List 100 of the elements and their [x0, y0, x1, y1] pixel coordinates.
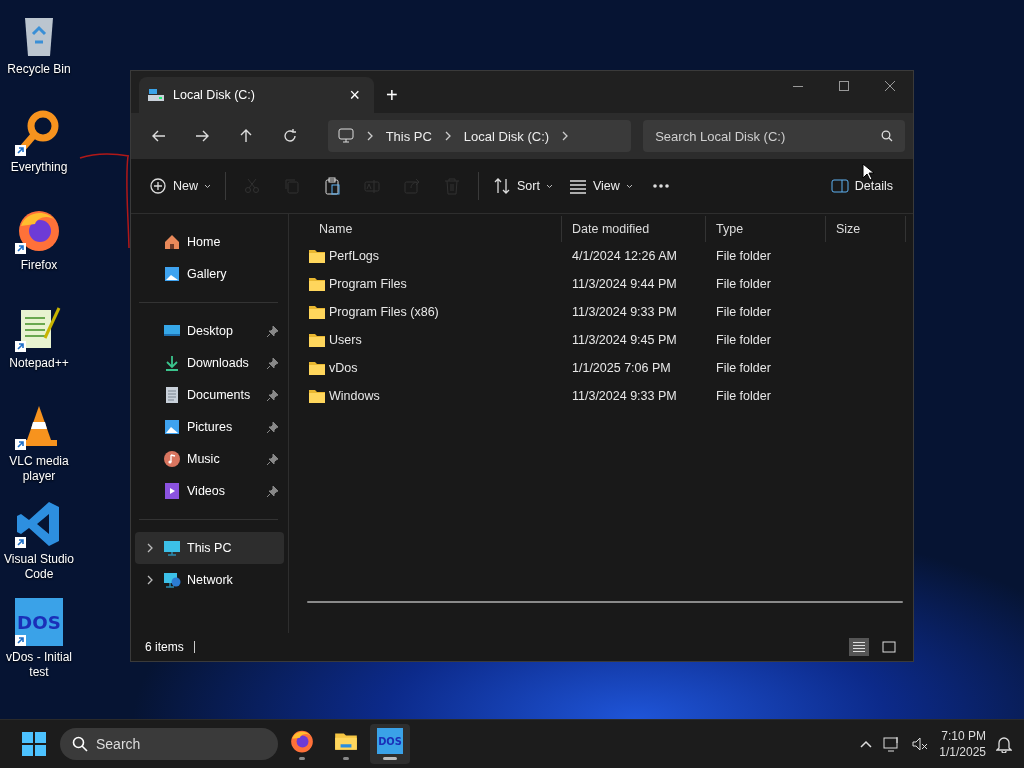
desktop-shortcut[interactable]: VLC media player	[0, 398, 78, 496]
type-cell-text: File folder	[715, 305, 772, 319]
desktop-shortcut[interactable]: Recycle Bin	[0, 6, 78, 104]
speaker-muted-icon[interactable]	[911, 736, 930, 752]
shortcut-label: VLC media player	[8, 454, 70, 484]
network-icon	[163, 571, 181, 589]
desktop-shortcut[interactable]: Notepad++	[0, 300, 78, 398]
folder-icon	[309, 389, 325, 403]
desktop-shortcut[interactable]: Firefox	[0, 202, 78, 300]
dos-icon: DOS	[15, 598, 63, 646]
tab-title: Local Disk (C:)	[173, 88, 256, 102]
details-button[interactable]: Details	[822, 169, 901, 203]
shortcut-label: Recycle Bin	[6, 62, 72, 77]
shortcut-label: vDos - Initial test	[5, 650, 73, 680]
type-cell-text: File folder	[715, 249, 772, 263]
sidebar-item[interactable]: Pictures	[135, 411, 284, 443]
folder-icon	[309, 277, 325, 291]
chevron-right-icon	[561, 131, 570, 141]
gallery-icon	[163, 265, 181, 283]
column-header[interactable]: Date modified	[562, 216, 706, 242]
clock[interactable]: 7:10 PM 1/1/2025	[939, 728, 986, 760]
search-icon	[880, 130, 893, 142]
folder-icon	[309, 249, 325, 263]
sidebar-item[interactable]: Desktop	[135, 315, 284, 347]
tiles-view-button[interactable]	[879, 638, 899, 656]
maximize-icon	[839, 81, 849, 91]
list-icon	[852, 641, 866, 653]
date-cell-text: 11/3/2024 9:33 PM	[571, 389, 678, 403]
column-header[interactable]: Type	[706, 216, 826, 242]
sidebar-item[interactable]: Network	[135, 564, 284, 596]
music-note-icon	[163, 450, 181, 468]
chevron-right-icon[interactable]	[146, 575, 154, 585]
type-cell-text: File folder	[715, 277, 772, 291]
sidebar-item[interactable]: Downloads	[135, 347, 284, 379]
sidebar-item[interactable]: Videos	[135, 475, 284, 507]
column-header[interactable]: Name	[309, 216, 562, 242]
type-cell-text: File folder	[715, 361, 772, 375]
type-cell-text: File folder	[715, 389, 772, 403]
address-bar[interactable]: This PC Local Disk (C:)	[327, 120, 632, 152]
file-name[interactable]: Program Files	[329, 277, 407, 291]
sidebar-item[interactable]: Music	[135, 443, 284, 475]
item-count: 6 items	[145, 640, 184, 654]
sidebar-item[interactable]: This PC	[135, 532, 284, 564]
minimize-icon	[793, 85, 803, 87]
arrow-right-icon	[194, 128, 211, 144]
date-cell-text: 1/1/2025 7:06 PM	[571, 361, 672, 375]
file-name[interactable]: Users	[329, 333, 362, 347]
shortcut-label: Visual Studio Code	[3, 552, 75, 582]
search-icon	[72, 736, 88, 752]
sort-button[interactable]: Sort	[485, 169, 561, 203]
desktop-shortcut[interactable]: Visual Studio Code	[0, 496, 78, 594]
house-icon	[163, 233, 181, 251]
details-view-button[interactable]	[849, 638, 869, 656]
shortcut-label: Firefox	[19, 258, 59, 273]
taskbar-app-button[interactable]: DOS	[370, 724, 410, 764]
desktop-shortcut[interactable]: Everything	[0, 104, 78, 202]
document-icon	[163, 386, 181, 404]
window-tab[interactable]: Local Disk (C:) ×	[139, 77, 374, 113]
new-tab-button[interactable]: +	[380, 84, 404, 107]
shortcut-label: Notepad++	[8, 356, 70, 371]
tab-close-button[interactable]: ×	[343, 84, 366, 106]
details-pane-icon	[830, 179, 849, 193]
desktop-shortcut[interactable]: DOS vDos - Initial test	[0, 594, 78, 692]
sidebar-item[interactable]: Home	[135, 226, 284, 258]
chevron-up-icon[interactable]	[859, 739, 874, 749]
mouse-pointer-icon	[862, 163, 874, 181]
folder-icon	[309, 361, 325, 375]
windows-logo-icon	[22, 732, 46, 756]
file-name[interactable]: Windows	[329, 389, 380, 403]
column-header[interactable]: Size	[826, 216, 906, 242]
file-name[interactable]: PerfLogs	[329, 249, 380, 263]
shortcut-label: Everything	[9, 160, 69, 175]
new-button[interactable]: New	[141, 169, 219, 203]
chevron-right-icon	[443, 131, 452, 141]
breadcrumb-item[interactable]: Local Disk (C:)	[463, 128, 550, 144]
taskbar-search-field[interactable]: Search	[60, 728, 278, 760]
file-name[interactable]: vDos	[329, 361, 358, 375]
chevron-right-icon[interactable]	[146, 543, 154, 553]
date-cell-text: 4/1/2024 12:26 AM	[571, 249, 678, 263]
date-cell-text: 11/3/2024 9:33 PM	[571, 305, 678, 319]
folder-icon	[309, 305, 325, 319]
bell-icon[interactable]	[996, 735, 1012, 753]
fox-globe-icon	[289, 728, 315, 754]
refresh-icon	[281, 128, 298, 144]
chevron-right-icon	[365, 131, 374, 141]
sidebar-item[interactable]: Gallery	[135, 258, 284, 290]
picture-icon	[163, 418, 181, 436]
drive-icon	[147, 87, 165, 103]
tile-icon	[882, 641, 896, 653]
date-cell-text: 11/3/2024 9:45 PM	[571, 333, 678, 347]
dos-icon: DOS	[377, 728, 403, 754]
file-name[interactable]: Program Files (x86)	[329, 305, 439, 319]
arrow-left-icon	[150, 128, 167, 144]
monitor-icon	[163, 539, 181, 557]
breadcrumb-item[interactable]: This PC	[385, 128, 432, 144]
sidebar-item[interactable]: Documents	[135, 379, 284, 411]
scrollbar[interactable]	[307, 601, 903, 603]
video-icon	[163, 482, 181, 500]
search-field[interactable]: Search Local Disk (C:)	[643, 120, 905, 152]
view-button[interactable]: View	[560, 169, 641, 203]
